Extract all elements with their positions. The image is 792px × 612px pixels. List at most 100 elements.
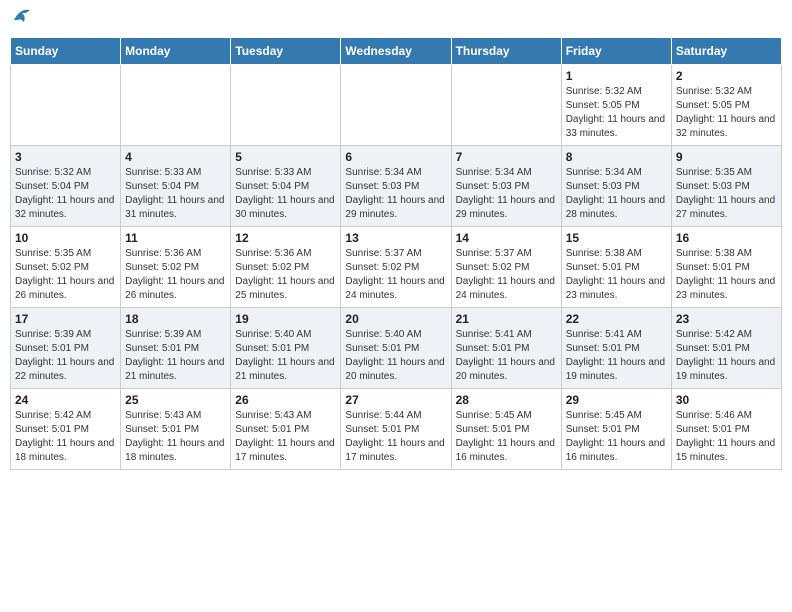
day-number: 29 <box>566 393 667 407</box>
day-info: Sunrise: 5:37 AM Sunset: 5:02 PM Dayligh… <box>345 247 446 303</box>
day-number: 26 <box>235 393 336 407</box>
weekday-header: Thursday <box>451 38 561 65</box>
day-number: 15 <box>566 231 667 245</box>
day-info: Sunrise: 5:42 AM Sunset: 5:01 PM Dayligh… <box>676 328 777 384</box>
calendar-cell: 12 Sunrise: 5:36 AM Sunset: 5:02 PM Dayli… <box>231 227 341 308</box>
calendar-cell: 10 Sunrise: 5:35 AM Sunset: 5:02 PM Dayli… <box>11 227 121 308</box>
logo-bird-icon <box>12 6 34 29</box>
calendar-cell: 18Sunrise: 5:39 AM Sunset: 5:01 PM Dayli… <box>121 308 231 389</box>
calendar-cell <box>11 65 121 146</box>
calendar-cell <box>231 65 341 146</box>
calendar-week-row: 10 Sunrise: 5:35 AM Sunset: 5:02 PM Dayli… <box>11 227 782 308</box>
calendar-cell: 14 Sunrise: 5:37 AM Sunset: 5:02 PM Dayli… <box>451 227 561 308</box>
calendar-cell <box>341 65 451 146</box>
weekday-header: Monday <box>121 38 231 65</box>
day-number: 17 <box>15 312 116 326</box>
day-number: 14 <box>456 231 557 245</box>
day-info: Sunrise: 5:33 AM Sunset: 5:04 PM Dayligh… <box>125 166 226 222</box>
day-info: Sunrise: 5:32 AM Sunset: 5:05 PM Dayligh… <box>566 85 667 141</box>
day-number: 13 <box>345 231 446 245</box>
calendar-cell: 15 Sunrise: 5:38 AM Sunset: 5:01 PM Dayli… <box>561 227 671 308</box>
day-info: Sunrise: 5:44 AM Sunset: 5:01 PM Dayligh… <box>345 409 446 465</box>
day-info: Sunrise: 5:38 AM Sunset: 5:01 PM Dayligh… <box>566 247 667 303</box>
day-info: Sunrise: 5:40 AM Sunset: 5:01 PM Dayligh… <box>235 328 336 384</box>
calendar-header-row: SundayMondayTuesdayWednesdayThursdayFrid… <box>11 38 782 65</box>
day-info: Sunrise: 5:34 AM Sunset: 5:03 PM Dayligh… <box>456 166 557 222</box>
day-number: 7 <box>456 150 557 164</box>
calendar-cell: 29Sunrise: 5:45 AM Sunset: 5:01 PM Dayli… <box>561 389 671 470</box>
day-number: 27 <box>345 393 446 407</box>
calendar-cell: 6Sunrise: 5:34 AM Sunset: 5:03 PM Daylig… <box>341 146 451 227</box>
day-number: 21 <box>456 312 557 326</box>
calendar-cell: 22Sunrise: 5:41 AM Sunset: 5:01 PM Dayli… <box>561 308 671 389</box>
calendar-week-row: 1 Sunrise: 5:32 AM Sunset: 5:05 PM Daylig… <box>11 65 782 146</box>
calendar-cell: 8 Sunrise: 5:34 AM Sunset: 5:03 PM Daylig… <box>561 146 671 227</box>
day-info: Sunrise: 5:39 AM Sunset: 5:01 PM Dayligh… <box>15 328 116 384</box>
day-info: Sunrise: 5:32 AM Sunset: 5:04 PM Dayligh… <box>15 166 116 222</box>
weekday-header: Tuesday <box>231 38 341 65</box>
calendar-table: SundayMondayTuesdayWednesdayThursdayFrid… <box>10 37 782 470</box>
calendar-cell <box>451 65 561 146</box>
calendar-cell: 7 Sunrise: 5:34 AM Sunset: 5:03 PM Daylig… <box>451 146 561 227</box>
day-number: 12 <box>235 231 336 245</box>
day-number: 2 <box>676 69 777 83</box>
day-info: Sunrise: 5:39 AM Sunset: 5:01 PM Dayligh… <box>125 328 226 384</box>
day-info: Sunrise: 5:35 AM Sunset: 5:02 PM Dayligh… <box>15 247 116 303</box>
day-info: Sunrise: 5:46 AM Sunset: 5:01 PM Dayligh… <box>676 409 777 465</box>
page-header <box>10 10 782 29</box>
day-info: Sunrise: 5:45 AM Sunset: 5:01 PM Dayligh… <box>456 409 557 465</box>
day-info: Sunrise: 5:43 AM Sunset: 5:01 PM Dayligh… <box>235 409 336 465</box>
calendar-cell <box>121 65 231 146</box>
day-number: 6 <box>345 150 446 164</box>
day-number: 23 <box>676 312 777 326</box>
calendar-cell: 9 Sunrise: 5:35 AM Sunset: 5:03 PM Daylig… <box>671 146 781 227</box>
calendar-cell: 26 Sunrise: 5:43 AM Sunset: 5:01 PM Dayli… <box>231 389 341 470</box>
calendar-cell: 21Sunrise: 5:41 AM Sunset: 5:01 PM Dayli… <box>451 308 561 389</box>
day-number: 8 <box>566 150 667 164</box>
day-number: 16 <box>676 231 777 245</box>
calendar-cell: 19 Sunrise: 5:40 AM Sunset: 5:01 PM Dayli… <box>231 308 341 389</box>
calendar-week-row: 3 Sunrise: 5:32 AM Sunset: 5:04 PM Daylig… <box>11 146 782 227</box>
day-number: 9 <box>676 150 777 164</box>
day-number: 3 <box>15 150 116 164</box>
calendar-cell: 5Sunrise: 5:33 AM Sunset: 5:04 PM Daylig… <box>231 146 341 227</box>
day-number: 1 <box>566 69 667 83</box>
calendar-cell: 2Sunrise: 5:32 AM Sunset: 5:05 PM Daylig… <box>671 65 781 146</box>
day-info: Sunrise: 5:36 AM Sunset: 5:02 PM Dayligh… <box>125 247 226 303</box>
day-info: Sunrise: 5:35 AM Sunset: 5:03 PM Dayligh… <box>676 166 777 222</box>
day-number: 10 <box>15 231 116 245</box>
day-info: Sunrise: 5:34 AM Sunset: 5:03 PM Dayligh… <box>566 166 667 222</box>
calendar-week-row: 24Sunrise: 5:42 AM Sunset: 5:01 PM Dayli… <box>11 389 782 470</box>
day-info: Sunrise: 5:36 AM Sunset: 5:02 PM Dayligh… <box>235 247 336 303</box>
day-info: Sunrise: 5:37 AM Sunset: 5:02 PM Dayligh… <box>456 247 557 303</box>
day-number: 20 <box>345 312 446 326</box>
day-info: Sunrise: 5:33 AM Sunset: 5:04 PM Dayligh… <box>235 166 336 222</box>
calendar-cell: 16 Sunrise: 5:38 AM Sunset: 5:01 PM Dayli… <box>671 227 781 308</box>
calendar-cell: 3 Sunrise: 5:32 AM Sunset: 5:04 PM Daylig… <box>11 146 121 227</box>
calendar-cell: 28Sunrise: 5:45 AM Sunset: 5:01 PM Dayli… <box>451 389 561 470</box>
weekday-header: Wednesday <box>341 38 451 65</box>
calendar-cell: 4 Sunrise: 5:33 AM Sunset: 5:04 PM Daylig… <box>121 146 231 227</box>
day-info: Sunrise: 5:40 AM Sunset: 5:01 PM Dayligh… <box>345 328 446 384</box>
calendar-cell: 25 Sunrise: 5:43 AM Sunset: 5:01 PM Dayli… <box>121 389 231 470</box>
day-number: 19 <box>235 312 336 326</box>
calendar-cell: 20 Sunrise: 5:40 AM Sunset: 5:01 PM Dayli… <box>341 308 451 389</box>
day-number: 22 <box>566 312 667 326</box>
weekday-header: Sunday <box>11 38 121 65</box>
calendar-cell: 11Sunrise: 5:36 AM Sunset: 5:02 PM Dayli… <box>121 227 231 308</box>
calendar-cell: 17 Sunrise: 5:39 AM Sunset: 5:01 PM Dayli… <box>11 308 121 389</box>
logo <box>10 10 34 29</box>
day-info: Sunrise: 5:43 AM Sunset: 5:01 PM Dayligh… <box>125 409 226 465</box>
calendar-cell: 27 Sunrise: 5:44 AM Sunset: 5:01 PM Dayli… <box>341 389 451 470</box>
day-info: Sunrise: 5:38 AM Sunset: 5:01 PM Dayligh… <box>676 247 777 303</box>
calendar-cell: 30Sunrise: 5:46 AM Sunset: 5:01 PM Dayli… <box>671 389 781 470</box>
calendar-cell: 23 Sunrise: 5:42 AM Sunset: 5:01 PM Dayli… <box>671 308 781 389</box>
calendar-cell: 1 Sunrise: 5:32 AM Sunset: 5:05 PM Daylig… <box>561 65 671 146</box>
day-number: 25 <box>125 393 226 407</box>
weekday-header: Friday <box>561 38 671 65</box>
day-info: Sunrise: 5:42 AM Sunset: 5:01 PM Dayligh… <box>15 409 116 465</box>
calendar-week-row: 17 Sunrise: 5:39 AM Sunset: 5:01 PM Dayli… <box>11 308 782 389</box>
weekday-header: Saturday <box>671 38 781 65</box>
day-number: 4 <box>125 150 226 164</box>
calendar-cell: 13 Sunrise: 5:37 AM Sunset: 5:02 PM Dayli… <box>341 227 451 308</box>
